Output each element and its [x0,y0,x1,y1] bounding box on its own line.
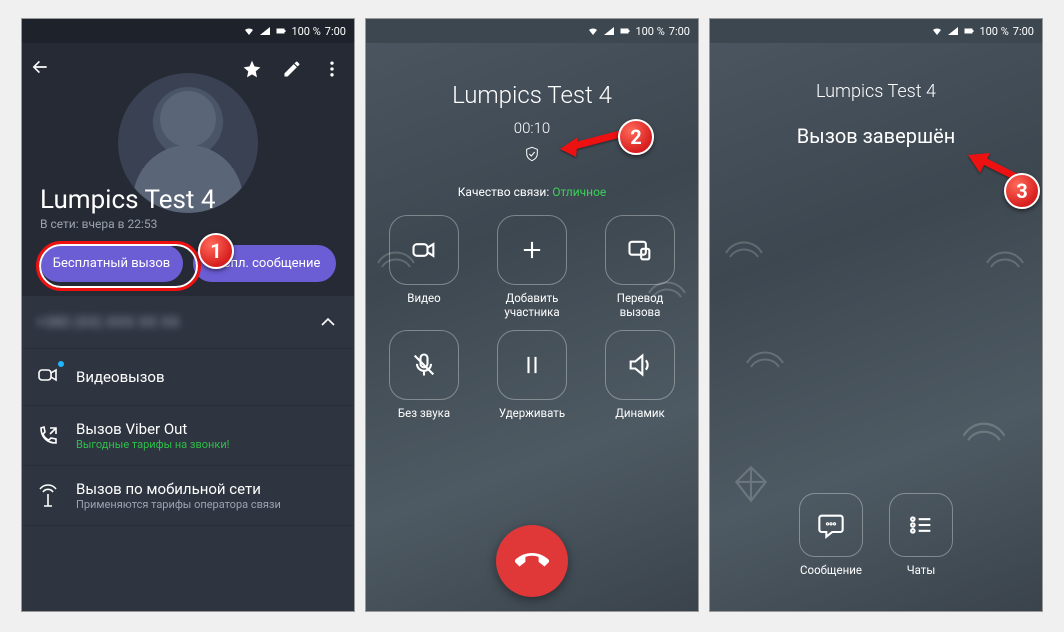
battery-icon [963,25,975,37]
annotation-badge-1: 1 [198,233,234,269]
status-bar: 100 % 7:00 [366,19,698,43]
hold-button[interactable]: Удерживать [488,330,576,434]
annotation-badge-3: 3 [1004,173,1040,209]
shield-icon [524,145,540,163]
back-button[interactable] [30,57,58,81]
cellular-label: Вызов по мобильной сети [76,480,281,498]
clock-text: 7:00 [325,25,346,38]
viber-out-sub: Выгодные тарифы на звонки! [76,438,230,451]
screen-active-call: 100 % 7:00 Lumpics Test 4 00:10 Качество… [365,18,699,612]
more-icon[interactable] [322,59,342,79]
add-participant-button[interactable]: Добавить участника [488,215,576,320]
viber-out-label: Вызов Viber Out [76,420,230,438]
message-button[interactable]: Сообщение [799,493,863,591]
transfer-call-button[interactable]: Перевод вызова [596,215,684,320]
status-bar: 100 % 7:00 [22,19,354,43]
screen-contact-profile: 100 % 7:00 Lumpics Test 4 В сети: вчера … [21,18,355,612]
edit-icon[interactable] [282,59,302,79]
phone-number: +380 (XX) XXX XX XX [36,313,300,331]
wifi-icon [587,25,599,37]
battery-text: 100 % [291,25,320,38]
chats-button[interactable]: Чаты [889,493,953,591]
free-call-button[interactable]: Бесплатный вызов [40,245,183,282]
hangup-button[interactable] [496,525,568,597]
phone-number-row[interactable]: +380 (XX) XXX XX XX [22,296,354,349]
video-call-row[interactable]: Видеовызов [22,349,354,406]
last-seen: В сети: вчера в 22:53 [40,217,346,231]
cellular-call-row[interactable]: Вызов по мобильной сети Применяются тари… [22,466,354,526]
call-contact-name: Lumpics Test 4 [816,81,936,102]
phone-out-icon [36,424,60,448]
wifi-icon [243,25,255,37]
speaker-button[interactable]: Динамик [596,330,684,434]
video-icon [36,363,60,387]
call-ended-label: Вызов завершён [797,124,956,148]
battery-icon [619,25,631,37]
call-contact-name: Lumpics Test 4 [452,81,612,109]
new-indicator-dot [58,361,64,367]
signal-icon [259,25,271,37]
profile-header: Lumpics Test 4 В сети: вчера в 22:53 Бес… [22,43,354,296]
battery-icon [275,25,287,37]
video-call-label: Видеовызов [76,368,165,386]
chevron-up-icon [316,310,340,334]
viber-out-row[interactable]: Вызов Viber Out Выгодные тарифы на звонк… [22,406,354,466]
star-icon[interactable] [242,59,262,79]
wifi-icon [931,25,943,37]
mute-button[interactable]: Без звука [380,330,468,434]
cellular-sub: Применяются тарифы оператора связи [76,498,281,511]
signal-icon [947,25,959,37]
call-timer: 00:10 [514,119,550,137]
screen-call-ended: 100 % 7:00 Lumpics Test 4 Вызов завершён… [709,18,1043,612]
cell-tower-icon [36,484,60,508]
contact-name: Lumpics Test 4 [40,185,346,215]
annotation-badge-2: 2 [618,119,654,155]
call-quality: Качество связи: Отличное [458,185,607,199]
status-bar: 100 % 7:00 [710,19,1042,43]
signal-icon [603,25,615,37]
annotation-arrow-2 [556,127,626,165]
